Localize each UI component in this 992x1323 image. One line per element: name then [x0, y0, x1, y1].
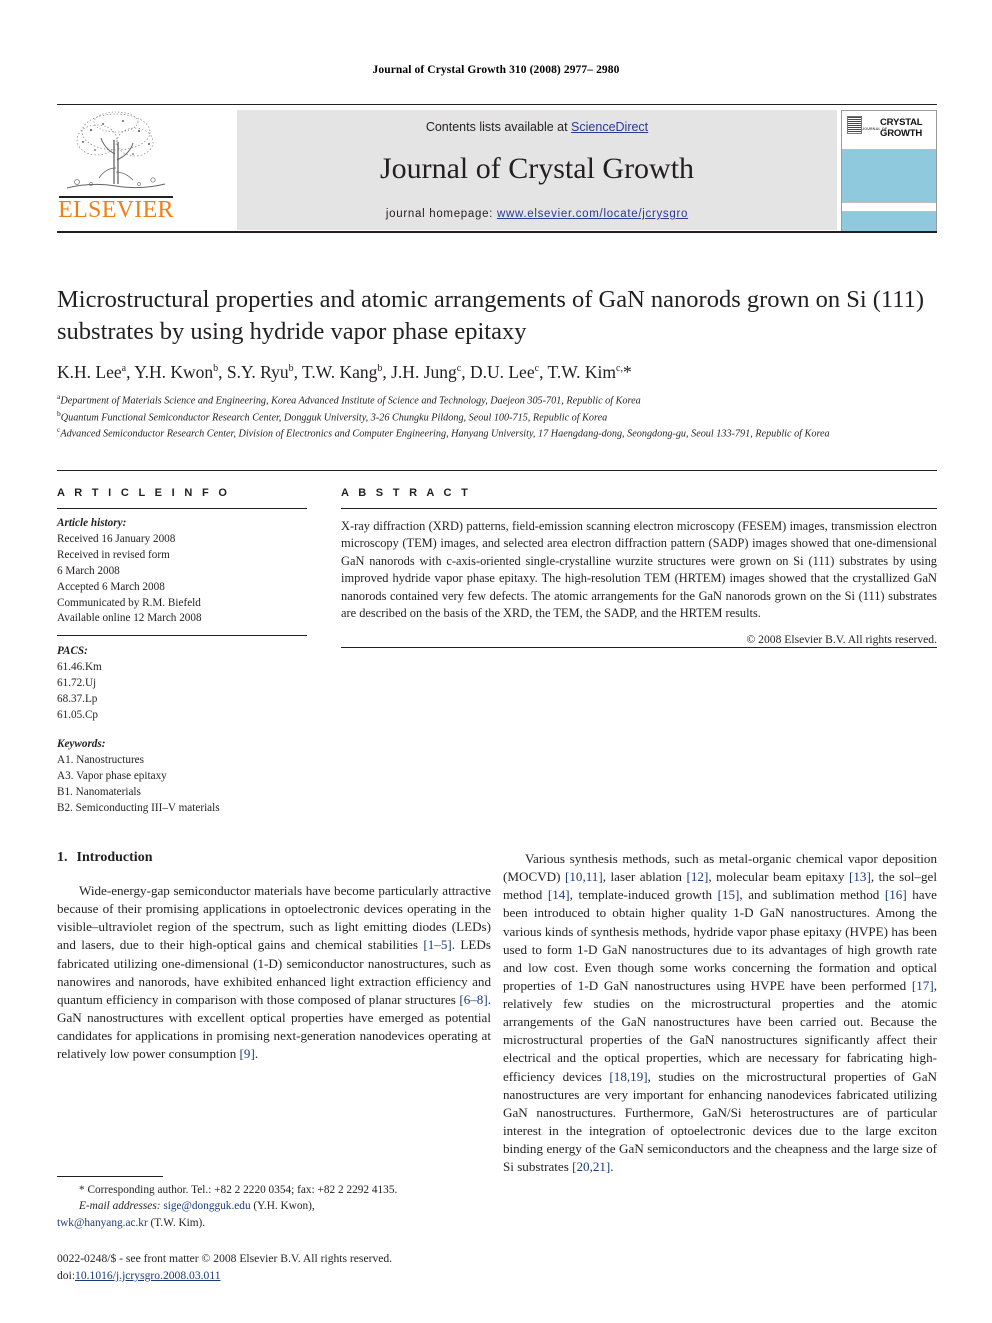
title-bottom-rule [57, 470, 937, 471]
affiliation-item: aDepartment of Materials Science and Eng… [57, 391, 641, 407]
keyword-item: A3. Vapor phase epitaxy [57, 769, 167, 782]
masthead-bottom-rule [57, 231, 937, 233]
elsevier-logo: ELSEVIER [57, 110, 175, 232]
section-number: 1. [57, 850, 68, 865]
footnote-block: * Corresponding author. Tel.: +82 2 2220… [57, 1182, 491, 1231]
keyword-item: A1. Nanostructures [57, 753, 144, 766]
title-block: Microstructural properties and atomic ar… [57, 284, 937, 442]
cover-divider [842, 202, 936, 212]
corresponding-author-note: * Corresponding author. Tel.: +82 2 2220… [79, 1184, 398, 1196]
history-item: 6 March 2008 [57, 564, 120, 577]
journal-cover-thumbnail[interactable]: JOURNAL OF CRYSTAL GROWTH [841, 110, 937, 232]
keywords-label: Keywords: [57, 737, 106, 750]
abstract-bottom-rule [341, 647, 937, 648]
doi-link[interactable]: 10.1016/j.jcrysgro.2008.03.011 [75, 1269, 220, 1282]
affiliation-item: bQuantum Functional Semiconductor Resear… [57, 408, 608, 423]
author-list: K.H. Leea, Y.H. Kwonb, S.Y. Ryub, T.W. K… [57, 361, 632, 382]
history-item: Received in revised form [57, 548, 170, 561]
article-info-rule [57, 508, 307, 509]
article-info-heading: A R T I C L E I N F O [57, 487, 231, 499]
cover-publisher-mark-icon [847, 116, 862, 134]
article-history-label: Article history: [57, 517, 127, 529]
body-column-right: Various synthesis methods, such as metal… [503, 850, 937, 1187]
history-item: Available online 12 March 2008 [57, 612, 202, 625]
article-history-group: Article history: Received 16 January 200… [57, 516, 307, 627]
homepage-prefix-label: journal homepage: [385, 208, 497, 220]
abstract-copyright: © 2008 Elsevier B.V. All rights reserved… [746, 632, 937, 646]
elsevier-tree-icon [66, 111, 166, 189]
running-head: Journal of Crystal Growth 310 (2008) 297… [372, 64, 620, 76]
section-title: Introduction [76, 850, 153, 865]
masthead-top-rule [57, 104, 937, 105]
contents-prefix-label: Contents lists available at [425, 120, 572, 134]
journal-homepage-link[interactable]: www.elsevier.com/locate/jcrysgro [497, 208, 688, 220]
footnote-rule [57, 1176, 163, 1177]
cover-title: CRYSTAL GROWTH [880, 117, 923, 139]
affiliation-item: cAdvanced Semiconductor Research Center,… [57, 425, 830, 440]
article-info-column: A R T I C L E I N F O Article history: R… [57, 487, 307, 818]
abstract-column: A B S T R A C T X-ray diffraction (XRD) … [341, 487, 937, 646]
history-item: Received 16 January 2008 [57, 532, 176, 545]
pacs-item: 61.72.Uj [57, 677, 97, 690]
article-info-inner-rule [57, 635, 307, 637]
journal-title: Journal of Crystal Growth [379, 152, 695, 185]
cover-title-line2: GROWTH [880, 127, 923, 139]
keywords-group: Keywords: A1. Nanostructures A3. Vapor p… [57, 737, 307, 817]
intro-paragraph-1: Wide-energy-gap semiconductor materials … [57, 883, 491, 1062]
cover-header: JOURNAL OF CRYSTAL GROWTH [842, 111, 936, 150]
abstract-rule [341, 508, 937, 509]
history-item: Accepted 6 March 2008 [57, 580, 165, 593]
abstract-heading: A B S T R A C T [341, 487, 472, 499]
contents-available-line: Contents lists available at ScienceDirec… [237, 120, 837, 134]
contents-banner: Contents lists available at ScienceDirec… [237, 110, 837, 230]
doi-line: doi:10.1016/j.jcrysgro.2008.03.011 [57, 1268, 517, 1285]
abstract-text: X-ray diffraction (XRD) patterns, field-… [341, 519, 937, 621]
email-addresses-note-2: twk@hanyang.ac.kr (T.W. Kim). [57, 1216, 206, 1229]
pacs-item: 68.37.Lp [57, 693, 98, 706]
section-heading-introduction: 1. Introduction [57, 850, 491, 866]
affiliation-list: aDepartment of Materials Science and Eng… [57, 392, 937, 443]
pacs-group: PACS: 61.46.Km 61.72.Uj 68.37.Lp 61.05.C… [57, 644, 307, 724]
cover-image-band-lower [842, 212, 936, 231]
journal-homepage-line: journal homepage: www.elsevier.com/locat… [237, 208, 837, 220]
pacs-label: PACS: [57, 645, 88, 658]
history-item: Communicated by R.M. Biefeld [57, 596, 201, 609]
article-info-body: Article history: Received 16 January 200… [57, 516, 307, 816]
issn-copyright-line: 0022-0248/$ - see front matter © 2008 El… [57, 1252, 393, 1265]
pacs-item: 61.46.Km [57, 661, 102, 674]
keyword-item: B1. Nanomaterials [57, 785, 141, 798]
email-addresses-note: E-mail addresses: sige@dongguk.edu (Y.H.… [79, 1200, 315, 1213]
pacs-item: 61.05.Cp [57, 708, 99, 721]
sciencedirect-link[interactable]: ScienceDirect [571, 120, 648, 134]
journal-masthead: ELSEVIER Contents lists available at Sci… [57, 104, 937, 233]
doi-prefix: doi: [57, 1268, 76, 1282]
imprint-block: 0022-0248/$ - see front matter © 2008 El… [57, 1251, 517, 1285]
intro-paragraph-2: Various synthesis methods, such as metal… [503, 851, 937, 1175]
paper-page: Journal of Crystal Growth 310 (2008) 297… [0, 0, 992, 1323]
keyword-item: B2. Semiconducting III–V materials [57, 801, 220, 814]
page-title: Microstructural properties and atomic ar… [57, 286, 925, 345]
cover-image-band-upper [842, 150, 936, 202]
elsevier-wordmark: ELSEVIER [58, 197, 174, 223]
body-column-left: 1. Introduction Wide-energy-gap semicondu… [57, 850, 491, 1074]
